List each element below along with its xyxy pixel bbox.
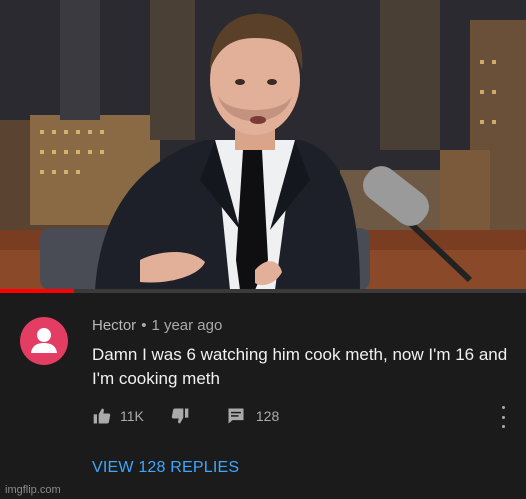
meta-separator: • [141,317,147,334]
view-replies-button[interactable]: VIEW 128 REPLIES [92,459,239,477]
reply-icon [228,408,244,424]
watermark: imgflip.com [5,484,61,496]
comment-author[interactable]: Hector [92,317,136,334]
like-button[interactable]: 11K [92,406,144,426]
reply-count: 128 [255,408,280,424]
more-dot [501,406,505,409]
comment-card: Hector • 1 year ago Damn I was 6 watching … [0,293,526,499]
like-count: 11K [120,408,144,424]
comment-meta: Hector • 1 year ago [92,317,222,334]
comment-time[interactable]: 1 year ago [151,317,222,334]
more-dot [501,415,505,419]
video-thumbnail[interactable] [0,0,526,290]
comment-text: Damn I was 6 watching him cook meth, now… [92,345,508,388]
more-dot [501,425,505,428]
avatar[interactable] [20,317,68,365]
default-avatar-icon [31,328,57,353]
comment-actions: 11K 128 [92,405,279,427]
thumbnail-image [0,0,526,290]
thumbs-up-icon [93,408,111,424]
more-vertical-icon[interactable] [496,406,510,428]
reply-button[interactable]: 128 [226,406,279,426]
dislike-button[interactable] [170,406,190,426]
thumbs-down-icon [171,408,189,424]
